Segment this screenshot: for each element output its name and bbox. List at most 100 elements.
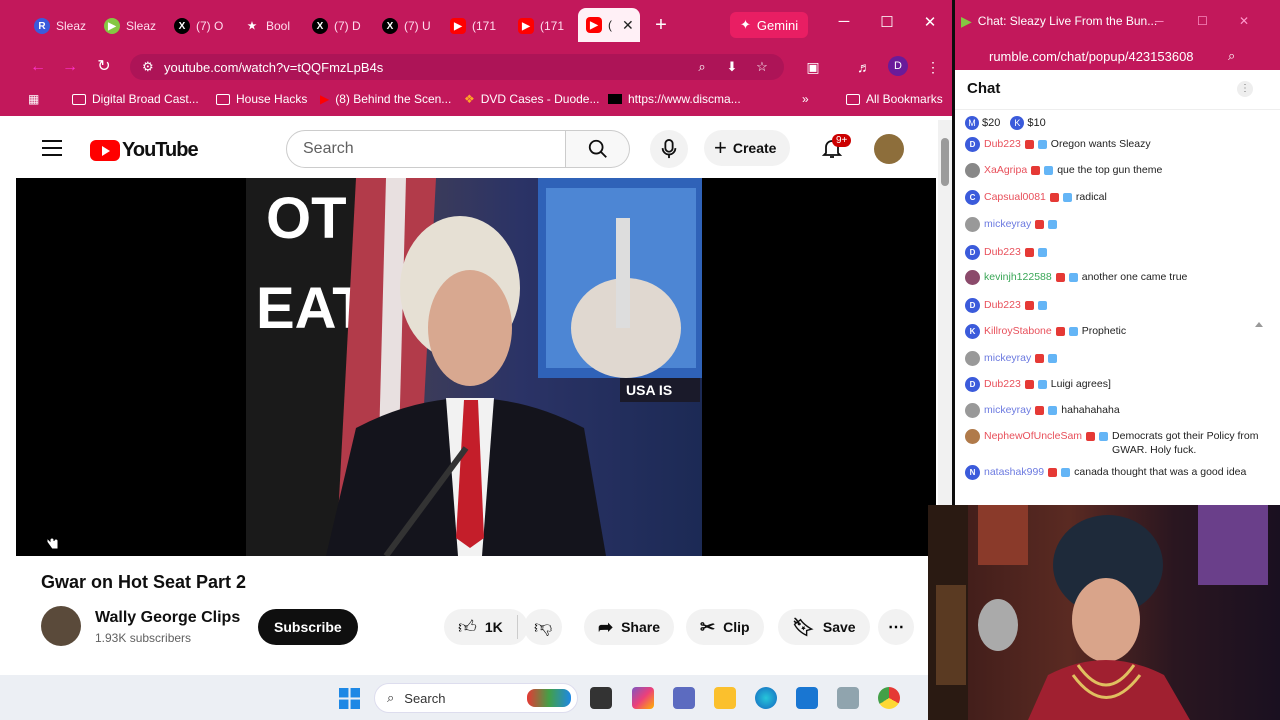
edge-icon[interactable] [755,687,777,709]
chat-username[interactable]: kevinjh122588 [984,270,1052,284]
media-control-icon[interactable]: ♬ [855,58,873,76]
minimize-icon[interactable]: ─ [832,13,856,30]
menu-kebab-icon[interactable]: ⋮ [924,58,942,76]
site-info-icon[interactable]: ⚙ [142,59,156,75]
chat-username[interactable]: Dub223 [984,298,1021,312]
chat-message[interactable]: D Dub223 [965,245,1260,260]
user-avatar[interactable] [965,163,980,178]
chat-username[interactable]: NephewOfUncleSam [984,429,1082,443]
profile-avatar[interactable]: D [888,56,908,76]
maximize-icon[interactable]: ☐ [875,13,899,31]
create-button[interactable]: + Create [704,130,791,166]
chat-username[interactable]: Dub223 [984,137,1021,151]
chat-username[interactable]: natashak999 [984,465,1044,479]
chat-options-icon[interactable]: ⋮ [1237,81,1253,97]
channel-avatar[interactable] [41,606,81,646]
taskbar-search[interactable]: ⌕ Search [374,683,578,713]
chat-message[interactable]: mickeyray [965,351,1260,366]
user-avatar[interactable] [965,403,980,418]
tab-8[interactable]: ▶ (171 [510,14,572,38]
chat-username[interactable]: XaAgripa [984,163,1027,177]
bookmark-item[interactable]: ▶ (8) Behind the Scen... [320,92,451,106]
bookmark-item[interactable]: Digital Broad Cast... [72,92,199,106]
tab-1[interactable]: R Sleaz [26,14,86,38]
bookmark-item[interactable]: https://www.discma... [608,92,741,106]
chat-message[interactable]: K KillroyStabone Prophetic [965,324,1260,339]
dislike-button[interactable]: 👎︎ [524,609,563,645]
file-explorer-icon[interactable] [714,687,736,709]
rant-tip[interactable]: M $20 [965,116,1000,130]
chat-message[interactable]: XaAgripa que the top gun theme [965,163,1260,178]
install-icon[interactable]: ⬇ [724,59,740,75]
like-button[interactable]: 👍︎ 1K [444,609,528,645]
user-avatar[interactable]: D [965,298,980,313]
tab-7[interactable]: ▶ (171 [442,14,504,38]
zoom-icon[interactable]: ⌕ [694,59,710,75]
chat-message[interactable]: D Dub223 Oregon wants Sleazy [965,137,1260,152]
task-view-icon[interactable] [590,687,612,709]
rant-tip[interactable]: K $10 [1010,116,1046,130]
tab-4[interactable]: ★ Bool [236,14,298,38]
tab-6[interactable]: X (7) U [374,14,436,38]
channel-name[interactable]: Wally George Clips [95,609,240,627]
chat-message[interactable]: kevinjh122588 another one came true [965,270,1260,285]
hamburger-menu-icon[interactable] [42,140,62,156]
user-avatar[interactable]: D [965,377,980,392]
bookmark-item[interactable]: House Hacks [216,92,307,106]
tab-3[interactable]: X (7) O [166,14,228,38]
search-input[interactable]: Search [286,130,566,168]
user-avatar[interactable]: D [965,137,980,152]
chat-username[interactable]: Dub223 [984,245,1021,259]
user-avatar[interactable]: N [965,465,980,480]
save-button[interactable]: 🔖︎ Save [778,609,870,645]
copilot-icon[interactable] [632,687,654,709]
reading-mode-icon[interactable]: ▣ [804,58,822,76]
chat-message[interactable]: NephewOfUncleSam Democrats got their Poli… [965,429,1260,457]
chat-message[interactable]: Nnatashak999 canada thought that was a go… [965,465,1260,480]
minimize-icon[interactable]: ─ [1155,14,1164,28]
search-button[interactable] [566,130,630,168]
new-tab-button[interactable]: + [650,14,672,36]
zoom-icon[interactable]: ⌕ [1228,48,1235,64]
apps-grid-icon[interactable]: ▦ [28,92,39,106]
chat-message[interactable]: D Dub223 Luigi agrees] [965,377,1260,392]
close-window-icon[interactable]: ✕ [1239,14,1249,28]
chat-message-list[interactable]: D Dub223 Oregon wants Sleazy XaAgripa que th… [955,137,1260,502]
share-button[interactable]: ➦ Share [584,609,675,645]
tab-active[interactable]: ▶ ( ✕ [578,8,640,42]
chat-url-bar[interactable]: rumble.com/chat/popup/423153608 ⌕ [955,42,1280,70]
chat-message[interactable]: mickeyray hahahahaha [965,403,1260,418]
chat-username[interactable]: mickeyray [984,351,1031,365]
bookmark-star-icon[interactable]: ☆ [754,59,770,75]
chat-scroll-up-icon[interactable] [1255,145,1263,505]
voice-search-button[interactable] [650,130,688,168]
user-avatar[interactable]: K [965,324,980,339]
youtube-logo[interactable]: YouTube [90,139,199,162]
chrome-icon[interactable] [878,687,900,709]
all-bookmarks[interactable]: All Bookmarks [846,92,943,106]
user-avatar[interactable]: D [965,245,980,260]
clip-button[interactable]: ✂ Clip [686,609,764,645]
teams-icon[interactable] [673,687,695,709]
chat-username[interactable]: mickeyray [984,403,1031,417]
subscribe-button[interactable]: Subscribe [258,609,358,645]
close-window-icon[interactable]: ✕ [918,13,942,31]
more-actions-icon[interactable]: ⋯ [878,609,914,645]
overflow-chevron-icon[interactable]: » [802,92,809,106]
forward-arrow-icon[interactable]: → [60,57,80,77]
maximize-icon[interactable]: ☐ [1197,14,1208,28]
chat-username[interactable]: KillroyStabone [984,324,1052,338]
user-avatar[interactable]: C [965,190,980,205]
back-arrow-icon[interactable]: ← [28,57,48,77]
url-field[interactable]: ⚙ youtube.com/watch?v=tQQFmzLpB4s ⌕ ⬇ ☆ [130,54,784,80]
video-player[interactable]: OT EAT USA IS [16,178,936,556]
chat-username[interactable]: Capsual0081 [984,190,1046,204]
windows-start-icon[interactable] [339,688,360,709]
close-tab-icon[interactable]: ✕ [622,17,634,34]
chat-username[interactable]: mickeyray [984,217,1031,231]
chat-message[interactable]: C Capsual0081 radical [965,190,1260,205]
user-avatar[interactable] [965,270,980,285]
settings-app-icon[interactable] [837,687,859,709]
user-avatar[interactable] [965,429,980,444]
user-avatar[interactable] [965,217,980,232]
